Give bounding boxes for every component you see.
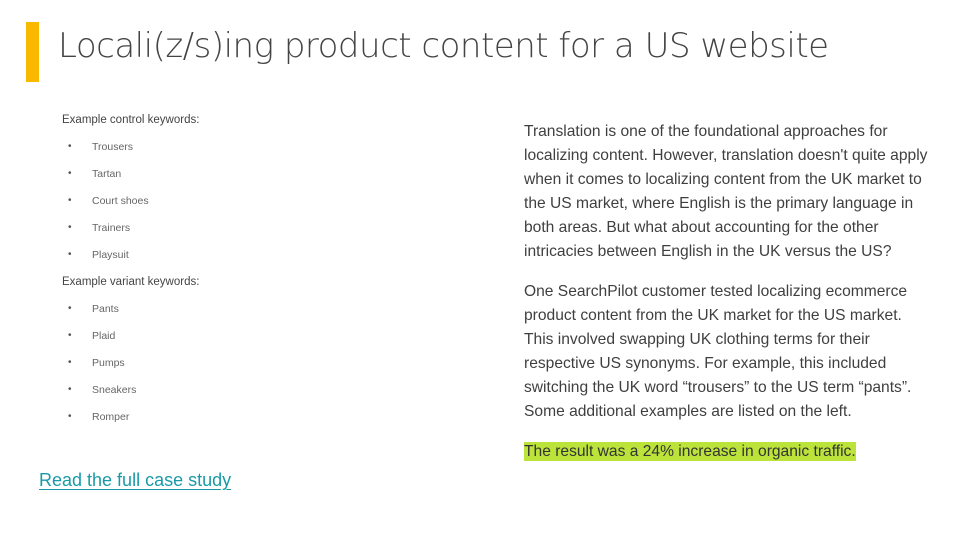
list-item: • Pumps: [62, 355, 282, 382]
list-item: • Pants: [62, 301, 282, 328]
list-item: • Court shoes: [62, 193, 282, 220]
body-text: Translation is one of the foundational a…: [524, 120, 934, 480]
control-keywords-heading: Example control keywords:: [62, 114, 200, 126]
bullet-icon: •: [68, 411, 72, 422]
bullet-icon: •: [68, 222, 72, 233]
result-highlight: The result was a 24% increase in organic…: [524, 442, 856, 461]
keyword-label: Court shoes: [92, 195, 149, 207]
bullet-icon: •: [68, 168, 72, 179]
result-line: The result was a 24% increase in organic…: [524, 440, 934, 464]
list-item: • Romper: [62, 409, 282, 436]
bullet-icon: •: [68, 195, 72, 206]
read-case-study-link[interactable]: Read the full case study: [39, 470, 231, 491]
keyword-label: Pants: [92, 303, 119, 315]
case-paragraph: One SearchPilot customer tested localizi…: [524, 283, 912, 420]
keyword-label: Tartan: [92, 168, 122, 180]
keyword-label: Plaid: [92, 330, 116, 342]
keyword-label: Pumps: [92, 357, 125, 369]
keyword-label: Trousers: [92, 141, 134, 153]
title-accent-bar: [26, 22, 39, 82]
list-item: • Trainers: [62, 220, 282, 247]
list-item: • Trousers: [62, 139, 282, 166]
variant-keywords-list: • Pants • Plaid • Pumps • Sneakers • Romper: [62, 301, 282, 436]
bullet-icon: •: [68, 303, 72, 314]
variant-keywords-heading: Example variant keywords:: [62, 276, 200, 288]
bullet-icon: •: [68, 384, 72, 395]
bullet-icon: •: [68, 141, 72, 152]
keyword-label: Romper: [92, 411, 130, 423]
list-item: • Tartan: [62, 166, 282, 193]
keywords-panel: Example control keywords: • Trousers • Tar…: [62, 112, 282, 436]
bullet-icon: •: [68, 330, 72, 341]
list-item: • Plaid: [62, 328, 282, 355]
control-keywords-list: • Trousers • Tartan • Court shoes • Trainers…: [62, 139, 282, 274]
list-item: • Sneakers: [62, 382, 282, 409]
keyword-label: Sneakers: [92, 384, 137, 396]
keyword-label: Playsuit: [92, 249, 129, 261]
bullet-icon: •: [68, 249, 72, 260]
slide-title: Locali(z/s)ing product content for a US …: [58, 26, 829, 66]
keyword-label: Trainers: [92, 222, 131, 234]
list-item: • Playsuit: [62, 247, 282, 274]
bullet-icon: •: [68, 357, 72, 368]
intro-paragraph: Translation is one of the foundational a…: [524, 123, 928, 260]
